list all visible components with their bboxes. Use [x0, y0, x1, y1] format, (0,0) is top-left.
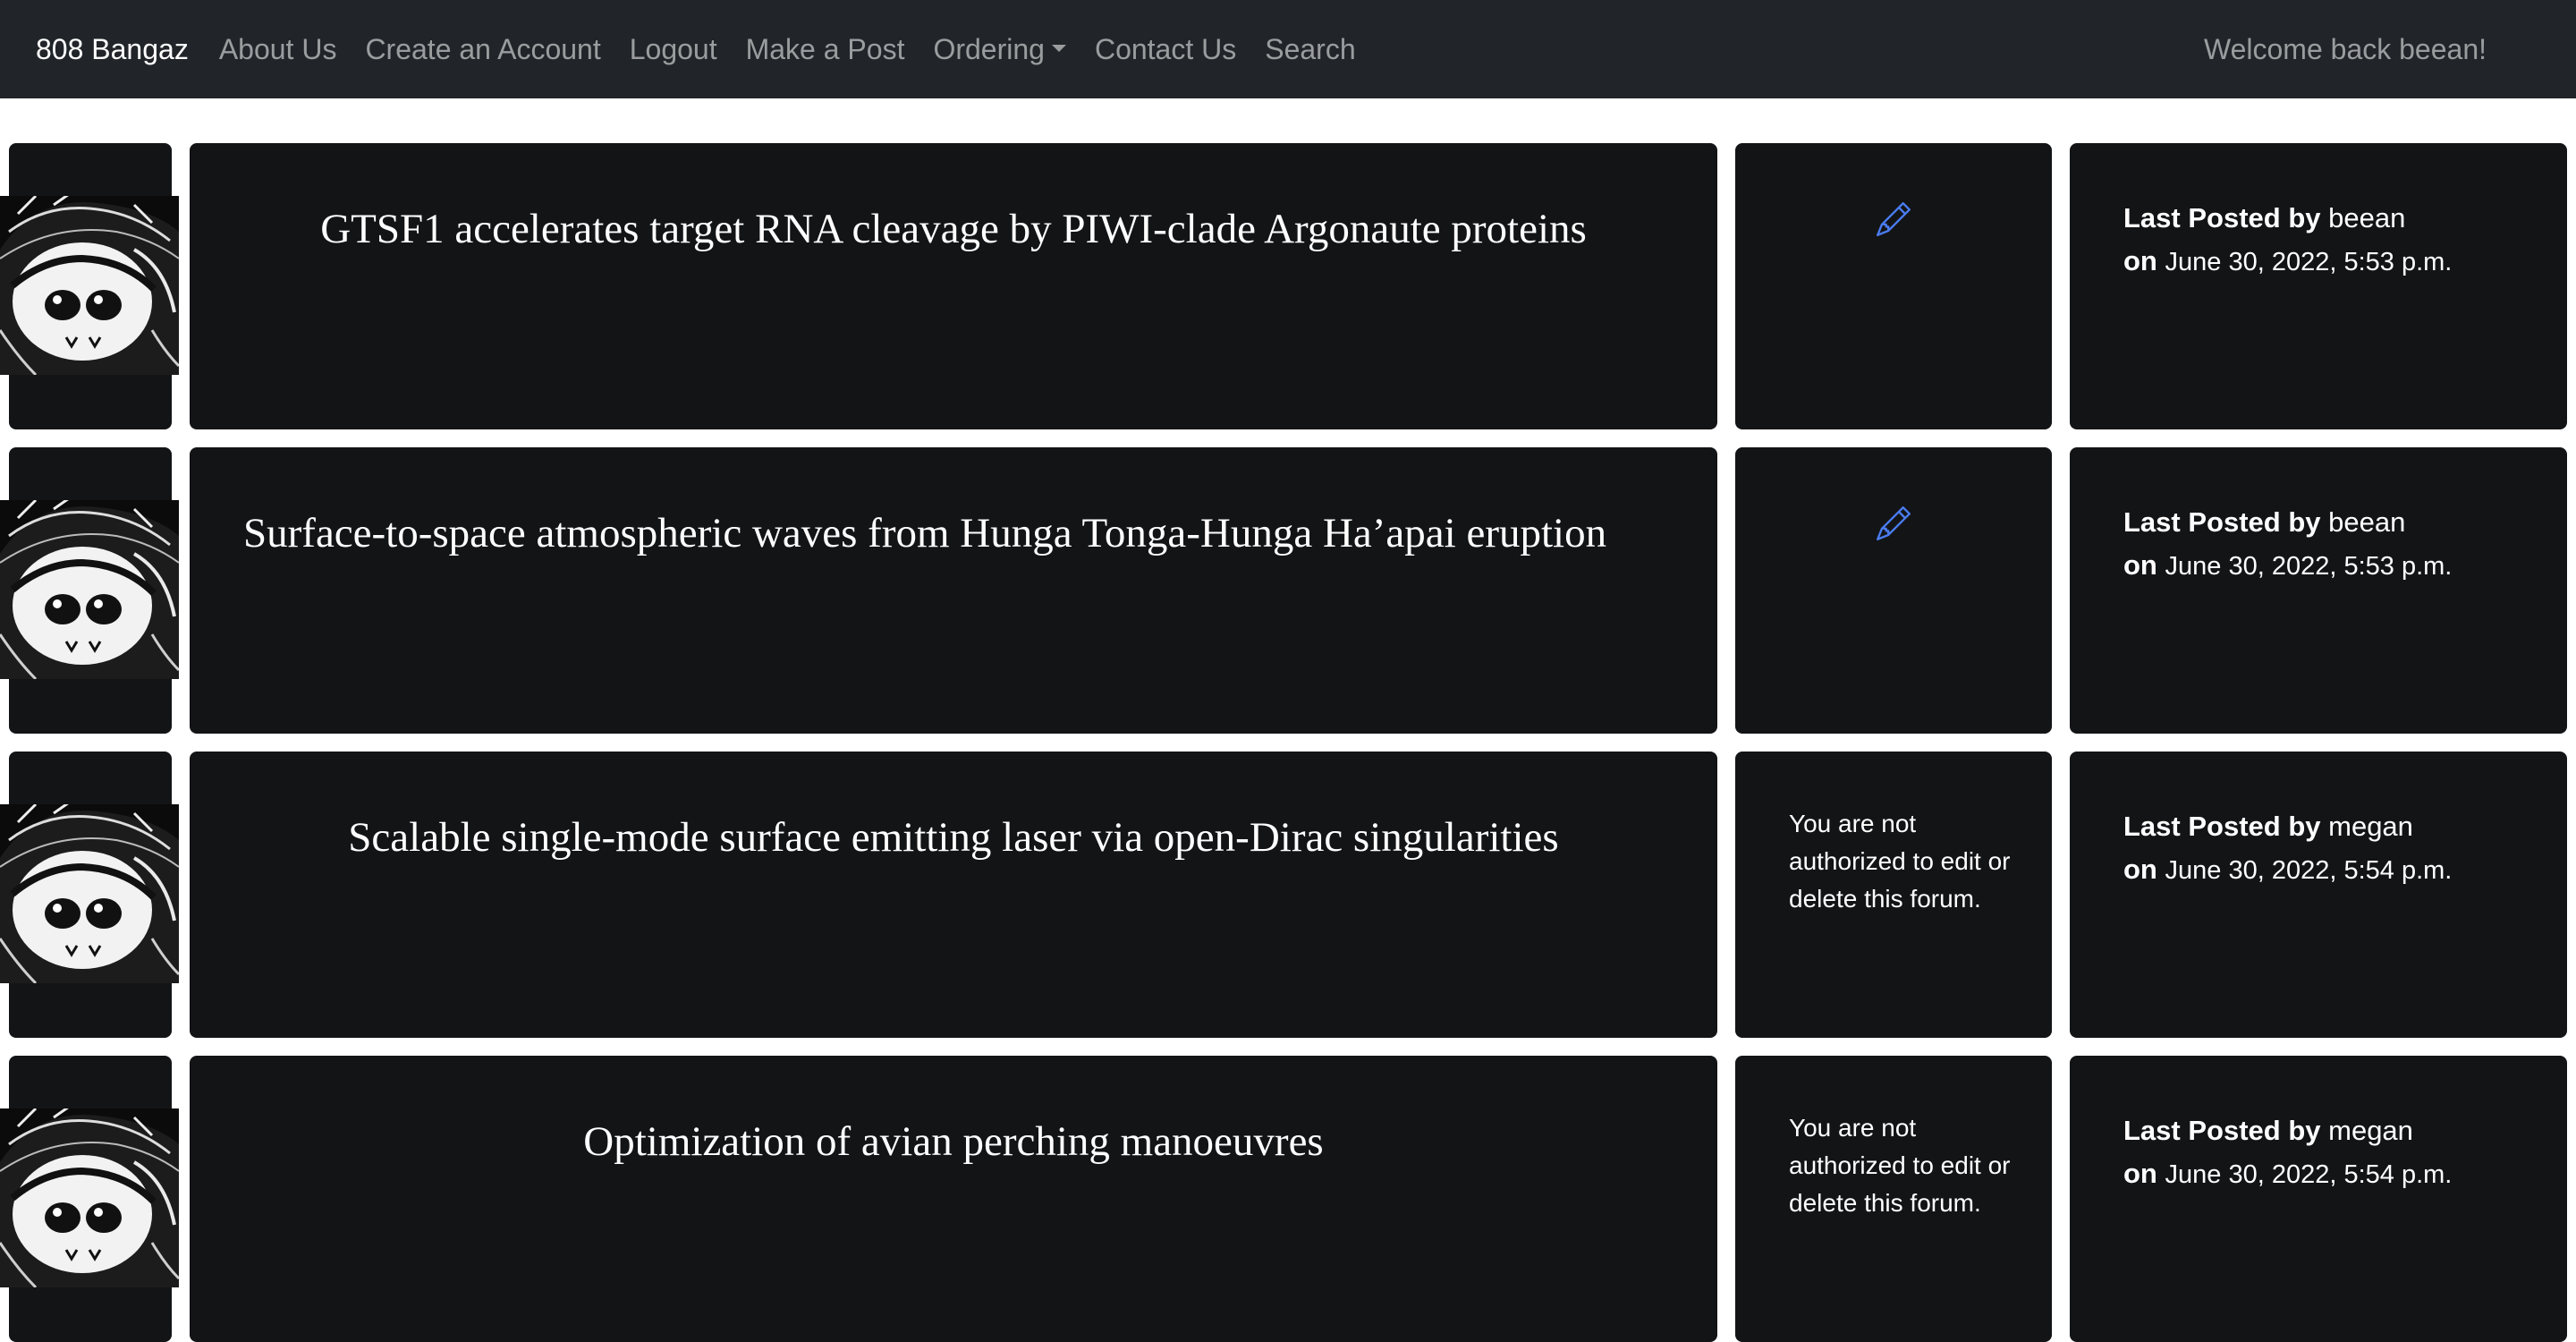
brand-link[interactable]: 808 Bangaz: [36, 33, 189, 66]
post-title-card[interactable]: Scalable single-mode surface emitting la…: [190, 752, 1717, 1038]
nav-contact-us[interactable]: Contact Us: [1095, 33, 1236, 66]
user-avatar: [0, 196, 179, 375]
on-label: on: [2123, 854, 2157, 885]
post-actions-card: [1735, 143, 2052, 429]
user-avatar: [0, 804, 179, 983]
nav-about-us[interactable]: About Us: [219, 33, 337, 66]
post-row: GTSF1 accelerates target RNA cleavage by…: [0, 143, 2576, 429]
post-title[interactable]: Scalable single-mode surface emitting la…: [243, 805, 1664, 870]
nav-search[interactable]: Search: [1265, 33, 1355, 66]
last-posted-card: Last Posted by beean on June 30, 2022, 5…: [2070, 447, 2567, 734]
post-date: June 30, 2022, 5:53 p.m.: [2165, 248, 2453, 276]
post-author: beean: [2328, 506, 2406, 538]
last-posted-by-label: Last Posted by: [2123, 202, 2321, 234]
last-posted-info: Last Posted by beean on June 30, 2022, 5…: [2123, 197, 2549, 284]
post-row: Optimization of avian perching manoeuvre…: [0, 1056, 2576, 1342]
last-posted-by-label: Last Posted by: [2123, 506, 2321, 538]
last-posted-info: Last Posted by beean on June 30, 2022, 5…: [2123, 501, 2549, 588]
last-posted-info: Last Posted by megan on June 30, 2022, 5…: [2123, 805, 2549, 892]
on-label: on: [2123, 1158, 2157, 1189]
last-posted-card: Last Posted by megan on June 30, 2022, 5…: [2070, 1056, 2567, 1342]
last-posted-card: Last Posted by megan on June 30, 2022, 5…: [2070, 752, 2567, 1038]
pencil-icon[interactable]: [1877, 506, 1911, 540]
post-date: June 30, 2022, 5:54 p.m.: [2165, 1160, 2453, 1189]
user-avatar: [0, 500, 179, 679]
post-author: megan: [2328, 811, 2413, 842]
on-label: on: [2123, 245, 2157, 276]
last-posted-by-label: Last Posted by: [2123, 1115, 2321, 1146]
nav-ordering-label: Ordering: [933, 32, 1045, 65]
post-title-card[interactable]: GTSF1 accelerates target RNA cleavage by…: [190, 143, 1717, 429]
last-posted-card: Last Posted by beean on June 30, 2022, 5…: [2070, 143, 2567, 429]
top-navbar: 808 Bangaz About Us Create an Account Lo…: [0, 0, 2576, 98]
post-date: June 30, 2022, 5:53 p.m.: [2165, 552, 2453, 581]
nav-logout[interactable]: Logout: [630, 33, 717, 66]
post-actions-card: You are not authorized to edit or delete…: [1735, 752, 2052, 1038]
not-authorized-message: You are not authorized to edit or delete…: [1789, 1114, 2011, 1217]
post-title[interactable]: Surface-to-space atmospheric waves from …: [243, 501, 1664, 565]
pencil-icon[interactable]: [1877, 202, 1911, 236]
nav-ordering-dropdown[interactable]: Ordering: [933, 33, 1066, 66]
post-author: megan: [2328, 1115, 2413, 1146]
post-row: Scalable single-mode surface emitting la…: [0, 752, 2576, 1038]
nav-make-post[interactable]: Make a Post: [746, 33, 905, 66]
post-title-card[interactable]: Surface-to-space atmospheric waves from …: [190, 447, 1717, 734]
user-avatar: [0, 1108, 179, 1287]
caret-down-icon: [1051, 45, 1066, 53]
post-actions-card: You are not authorized to edit or delete…: [1735, 1056, 2052, 1342]
last-posted-by-label: Last Posted by: [2123, 811, 2321, 842]
post-author: beean: [2328, 202, 2406, 234]
post-date: June 30, 2022, 5:54 p.m.: [2165, 856, 2453, 885]
post-title[interactable]: Optimization of avian perching manoeuvre…: [243, 1109, 1664, 1174]
post-title[interactable]: GTSF1 accelerates target RNA cleavage by…: [243, 197, 1664, 261]
post-row: Surface-to-space atmospheric waves from …: [0, 447, 2576, 734]
welcome-message: Welcome back beean!: [2203, 32, 2487, 65]
last-posted-info: Last Posted by megan on June 30, 2022, 5…: [2123, 1109, 2549, 1196]
nav-create-account[interactable]: Create an Account: [365, 33, 600, 66]
not-authorized-message: You are not authorized to edit or delete…: [1789, 810, 2011, 913]
post-actions-card: [1735, 447, 2052, 734]
on-label: on: [2123, 549, 2157, 581]
post-title-card[interactable]: Optimization of avian perching manoeuvre…: [190, 1056, 1717, 1342]
